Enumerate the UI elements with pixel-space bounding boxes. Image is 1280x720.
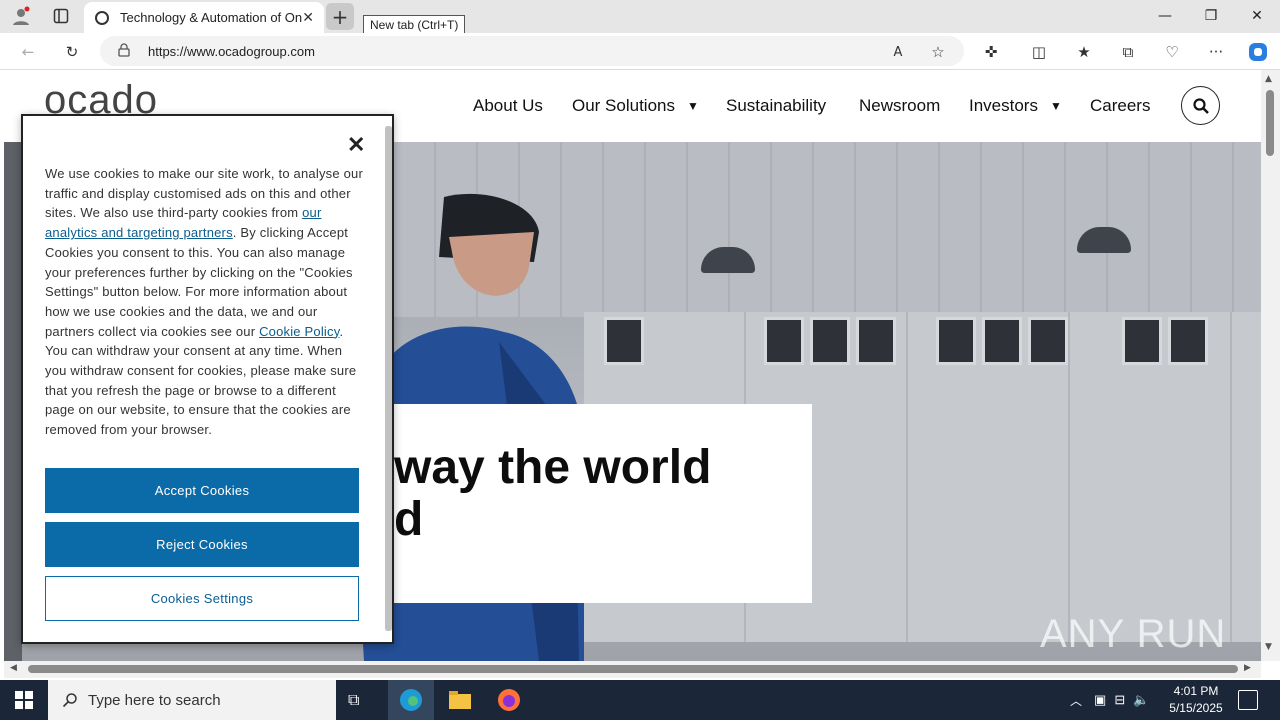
anyrun-watermark: ANY RUN bbox=[1040, 612, 1227, 656]
favorites-icon[interactable]: ★ bbox=[1070, 39, 1098, 65]
restore-icon[interactable]: ❐ bbox=[1188, 0, 1234, 32]
windows-taskbar: Type here to search ⧉ ︿ ▣ ⊟ 🔈 4:01 PM 5/… bbox=[0, 680, 1280, 720]
url-text: https://www.ocadogroup.com bbox=[148, 43, 315, 59]
close-icon[interactable]: ✕ bbox=[347, 132, 365, 158]
clock-date: 5/15/2025 bbox=[1169, 701, 1223, 715]
nav-label: Our Solutions bbox=[572, 96, 675, 115]
new-tab-button[interactable]: + bbox=[326, 3, 354, 30]
nav-label: Careers bbox=[1090, 96, 1151, 115]
performance-icon[interactable]: ♡ bbox=[1158, 39, 1186, 65]
volume-icon[interactable]: 🔈 bbox=[1133, 692, 1149, 708]
clock-time: 4:01 PM bbox=[1173, 684, 1219, 698]
nav-label: Newsroom bbox=[859, 96, 941, 115]
dialog-scrollbar-thumb[interactable] bbox=[385, 126, 392, 631]
garage-window bbox=[1028, 317, 1068, 365]
cookie-text-2: . By clicking Accept Cookies you consent… bbox=[45, 225, 353, 339]
scroll-down-icon[interactable]: ▼ bbox=[1265, 642, 1272, 652]
nav-our-solutions[interactable]: Our Solutions ▼ bbox=[572, 96, 699, 116]
minimize-icon[interactable]: — bbox=[1142, 0, 1188, 32]
cookie-consent-dialog: ✕ We use cookies to make our site work, … bbox=[21, 114, 394, 644]
taskbar-search-placeholder: Type here to search bbox=[88, 691, 221, 709]
new-tab-tooltip: New tab (Ctrl+T) bbox=[363, 15, 466, 35]
garage-window bbox=[982, 317, 1022, 365]
garage-window bbox=[764, 317, 804, 365]
tab-favicon-icon bbox=[95, 10, 109, 25]
nav-about-us[interactable]: About Us bbox=[473, 96, 543, 116]
extensions-icon[interactable]: ✜ bbox=[977, 39, 1005, 65]
hero-headline-box: way the world d bbox=[394, 404, 812, 603]
garage-window bbox=[1122, 317, 1162, 365]
file-explorer-icon[interactable] bbox=[448, 688, 472, 712]
search-icon bbox=[1192, 97, 1209, 114]
search-icon bbox=[62, 693, 77, 708]
start-button[interactable] bbox=[0, 680, 48, 720]
garage-window bbox=[1168, 317, 1208, 365]
chevron-down-icon: ▼ bbox=[1049, 99, 1062, 113]
hero-headline: way the world d bbox=[394, 442, 711, 546]
reject-cookies-button[interactable]: Reject Cookies bbox=[45, 522, 359, 567]
more-menu-icon[interactable]: ··· bbox=[1202, 39, 1230, 65]
profile-icon[interactable] bbox=[8, 5, 34, 27]
accept-cookies-button[interactable]: Accept Cookies bbox=[45, 468, 359, 513]
back-icon[interactable]: ← bbox=[14, 39, 42, 65]
garage-window bbox=[604, 317, 644, 365]
nav-label: About Us bbox=[473, 96, 543, 115]
active-tab[interactable]: Technology & Automation of Onl ✕ bbox=[84, 2, 324, 33]
close-window-icon[interactable]: ✕ bbox=[1234, 0, 1280, 32]
copilot-icon[interactable] bbox=[1244, 39, 1272, 65]
taskbar-search[interactable]: Type here to search bbox=[48, 680, 336, 720]
cookie-policy-link[interactable]: Cookie Policy bbox=[259, 324, 339, 339]
garage-window bbox=[810, 317, 850, 365]
task-view-icon[interactable]: ⧉ bbox=[348, 690, 370, 710]
read-aloud-icon[interactable]: A bbox=[884, 39, 912, 65]
refresh-icon[interactable]: ↻ bbox=[58, 39, 86, 65]
cookie-text-3: . You can withdraw your consent at any t… bbox=[45, 323, 357, 438]
clock[interactable]: 4:01 PM 5/15/2025 bbox=[1166, 680, 1226, 720]
headline-line-1: way the world bbox=[394, 441, 712, 494]
cookie-description: We use cookies to make our site work, to… bbox=[45, 164, 363, 440]
close-tab-icon[interactable]: ✕ bbox=[302, 10, 314, 26]
tray-overflow-icon[interactable]: ︿ bbox=[1070, 692, 1082, 709]
system-tray: ︿ ▣ ⊟ 🔈 bbox=[1070, 680, 1149, 720]
horizontal-scrollbar-thumb[interactable] bbox=[28, 665, 1238, 673]
scroll-up-icon[interactable]: ▲ bbox=[1265, 74, 1272, 84]
cookies-settings-button[interactable]: Cookies Settings bbox=[45, 576, 359, 621]
windows-logo-icon bbox=[15, 691, 33, 709]
nav-careers[interactable]: Careers bbox=[1090, 96, 1150, 116]
vertical-scrollbar[interactable]: ▲ ▼ bbox=[1261, 70, 1280, 661]
address-toolbar: ← ↻ https://www.ocadogroup.com A ☆ ✜ ◫ ★… bbox=[0, 33, 1280, 70]
scroll-right-icon[interactable]: ▶ bbox=[1244, 663, 1251, 673]
vertical-scrollbar-thumb[interactable] bbox=[1266, 90, 1274, 156]
collections-icon[interactable]: ⧉ bbox=[1114, 39, 1142, 65]
nav-label: Sustainability bbox=[726, 96, 827, 115]
ethernet-icon[interactable]: ⊟ bbox=[1114, 692, 1125, 708]
garage-window bbox=[856, 317, 896, 365]
browser-tab-bar: Technology & Automation of Onl ✕ + New t… bbox=[0, 0, 1280, 35]
garage-window bbox=[936, 317, 976, 365]
scroll-left-icon[interactable]: ◀ bbox=[10, 663, 17, 673]
nav-sustainability[interactable]: Sustainability bbox=[726, 96, 826, 116]
firefox-icon[interactable] bbox=[497, 688, 521, 712]
nav-newsroom[interactable]: Newsroom bbox=[859, 96, 940, 116]
nav-investors[interactable]: Investors ▼ bbox=[969, 96, 1062, 116]
address-bar[interactable]: https://www.ocadogroup.com bbox=[100, 36, 964, 66]
split-screen-icon[interactable]: ◫ bbox=[1025, 39, 1053, 65]
favorite-star-icon[interactable]: ☆ bbox=[924, 39, 952, 65]
lock-icon[interactable] bbox=[118, 42, 132, 60]
nav-label: Investors bbox=[969, 96, 1038, 115]
network-icon[interactable]: ▣ bbox=[1094, 692, 1106, 708]
hero-left-edge bbox=[4, 142, 22, 661]
notifications-icon[interactable] bbox=[1238, 690, 1258, 710]
horizontal-scrollbar[interactable]: ◀ ▶ bbox=[4, 661, 1261, 678]
dialog-scrollbar[interactable] bbox=[385, 126, 392, 631]
headline-line-2: d bbox=[394, 493, 424, 546]
chevron-down-icon: ▼ bbox=[687, 99, 699, 113]
edge-taskbar-icon[interactable] bbox=[388, 680, 434, 720]
tab-title: Technology & Automation of Onl bbox=[120, 10, 303, 25]
site-search-button[interactable] bbox=[1181, 86, 1220, 125]
tab-actions-icon[interactable] bbox=[48, 5, 74, 27]
